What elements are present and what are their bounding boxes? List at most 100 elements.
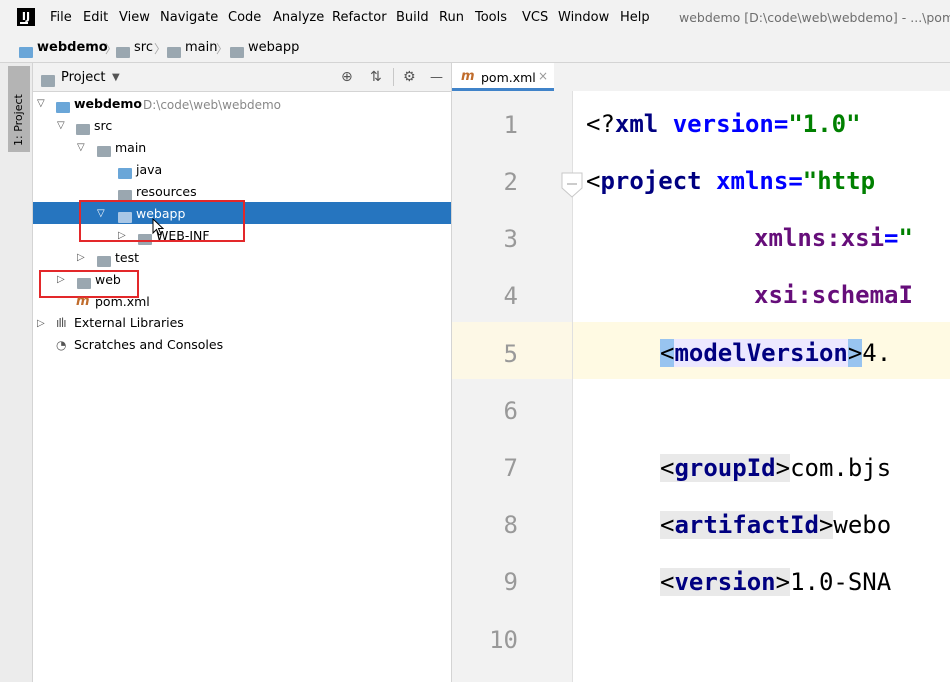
chevron-down-icon[interactable]: ▼ [112,72,120,83]
code-line-4: xsi:schemaI [754,281,913,309]
menu-window[interactable]: Window [558,10,609,26]
maven-file-icon: m [76,294,90,309]
tree-item-test[interactable]: test [115,250,139,266]
code-token: webo [833,511,892,539]
code-token: < [586,167,601,195]
line-number: 8 [503,511,518,539]
code-token: xml [614,110,659,138]
tree-item-pom[interactable]: pom.xml [95,294,150,310]
menu-view[interactable]: View [119,10,150,26]
line-number: 3 [503,225,518,253]
tree-item-path: D:\code\web\webdemo [143,98,282,112]
code-token: groupId [674,454,776,482]
menu-help[interactable]: Help [620,10,650,26]
tree-item-scratches[interactable]: Scratches and Consoles [74,337,223,353]
menu-file[interactable]: File [50,10,72,26]
code-token: "http [802,167,876,195]
source-folder-icon [118,163,132,182]
code-token: > [775,568,791,596]
menu-navigate[interactable]: Navigate [160,10,218,26]
menu-refactor[interactable]: Refactor [332,10,387,26]
library-icon: ıIlı [56,316,67,330]
tree-item-resources[interactable]: resources [136,184,197,200]
code-token: project [600,167,702,195]
tree-item-main[interactable]: main [115,140,146,156]
code-token: > [847,339,863,367]
breadcrumb-item-webdemo[interactable]: webdemo [37,40,108,56]
folder-icon [116,42,130,61]
code-token: = [788,167,803,195]
web-folder-icon [230,42,244,61]
code-line-9: <version>1.0-SNA [660,568,891,596]
tree-item-external-libraries[interactable]: External Libraries [74,315,184,331]
header-divider [393,68,394,86]
project-tool-tab-label: 1: Project [12,94,25,146]
hide-panel-icon[interactable]: — [430,70,443,85]
collapse-all-icon[interactable]: ⇅ [370,69,382,85]
project-view-icon [41,71,55,90]
code-token: < [660,339,675,367]
maven-file-icon: m [461,69,475,84]
code-token: < [660,511,675,539]
code-token: artifactId [674,511,819,539]
gear-icon[interactable]: ⚙ [403,69,416,85]
breadcrumb-item-src[interactable]: src [134,40,153,56]
line-number: 5 [503,340,518,368]
breadcrumb-separator-icon: 〉 [216,42,229,56]
code-token: < [660,568,675,596]
line-number: 6 [503,397,518,425]
tool-window-strip [0,63,33,682]
code-token: version [674,568,776,596]
menu-analyze[interactable]: Analyze [273,10,324,26]
tree-item-src[interactable]: src [94,118,112,134]
locate-file-icon[interactable]: ⊕ [341,69,353,85]
line-number: 2 [503,168,518,196]
line-number: 10 [489,626,518,654]
line-number: 4 [503,282,518,310]
folder-icon [167,42,181,61]
code-line-2: <project xmlns="http [586,167,875,195]
close-tab-icon[interactable]: × [538,69,548,83]
code-token: = [884,224,899,252]
chevron-down-icon[interactable]: ▽ [77,142,85,153]
chevron-down-icon[interactable]: ▽ [37,98,45,109]
menu-build[interactable]: Build [396,10,429,26]
code-token: > [775,454,791,482]
menu-edit[interactable]: Edit [83,10,108,26]
project-panel [33,63,452,682]
breadcrumb-item-main[interactable]: main [185,40,217,56]
code-token: version [658,110,774,138]
line-number: 1 [503,111,518,139]
code-token: 4. [862,339,892,367]
breadcrumb-separator-icon: 〉 [154,42,167,56]
menu-vcs[interactable]: VCS [522,10,548,26]
code-token: 1.0-SNA [790,568,892,596]
code-line-7: <groupId>com.bjs [660,454,891,482]
breadcrumb-item-webapp[interactable]: webapp [248,40,299,56]
tree-item-java[interactable]: java [136,162,162,178]
code-token: "1.0" [788,110,861,138]
window-title: webdemo [D:\code\web\webdemo] - ...\pom [679,10,950,25]
code-token: < [660,454,675,482]
chevron-right-icon[interactable]: ▷ [37,318,45,329]
code-token: " [898,224,913,252]
line-number: 9 [503,568,518,596]
module-folder-icon [19,42,33,61]
scratches-icon: ◔ [56,338,67,352]
folder-icon [97,251,111,270]
code-line-8: <artifactId>webo [660,511,891,539]
folder-icon [97,141,111,160]
fold-marker-icon[interactable] [561,172,583,198]
menu-run[interactable]: Run [439,10,464,26]
menu-tools[interactable]: Tools [475,10,507,26]
code-token: modelVersion [674,339,848,367]
chevron-right-icon[interactable]: ▷ [77,252,85,263]
line-number: 7 [503,454,518,482]
tree-item-webdemo[interactable]: webdemo [74,96,142,112]
chevron-down-icon[interactable]: ▽ [57,120,65,131]
menu-code[interactable]: Code [228,10,261,26]
code-token: com.bjs [790,454,892,482]
module-folder-icon [56,97,70,116]
project-view-selector[interactable]: Project [61,70,105,85]
code-token: xsi:schemaI [754,281,913,309]
